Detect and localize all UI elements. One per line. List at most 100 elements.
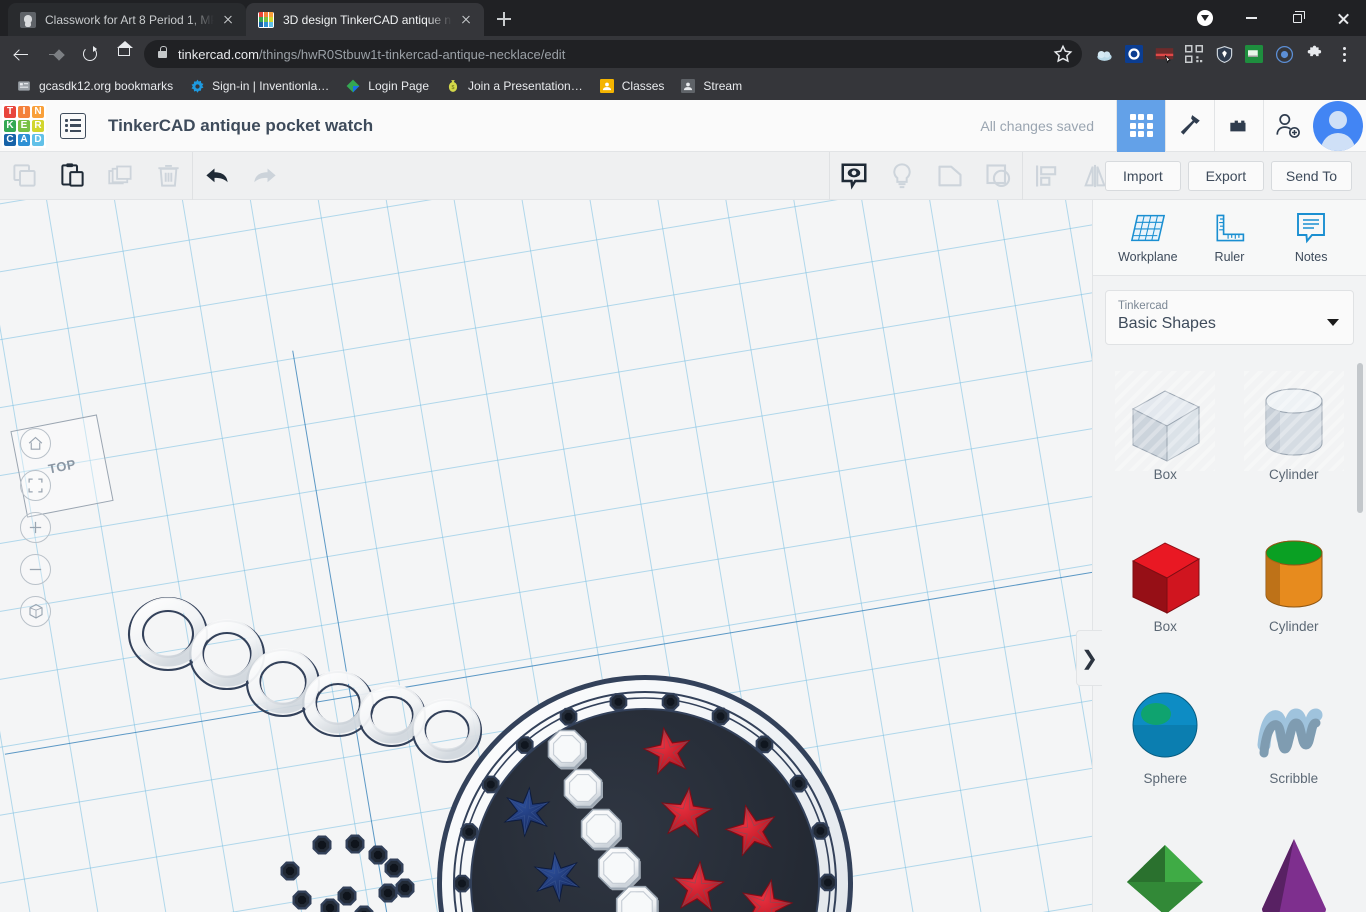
- shape-item-scribble[interactable]: Scribble: [1232, 665, 1357, 811]
- group-button[interactable]: [926, 152, 974, 200]
- bookmark-label: Login Page: [368, 79, 429, 93]
- undo-button[interactable]: [193, 152, 241, 200]
- weather-extension-icon[interactable]: [1090, 40, 1118, 68]
- classroom-icon: [680, 78, 696, 94]
- shape-item-cylinder[interactable]: Cylinder: [1232, 513, 1357, 659]
- duplicate-button[interactable]: [96, 152, 144, 200]
- classroom-icon: [599, 78, 615, 94]
- list-menu-icon[interactable]: [60, 113, 86, 139]
- diamond-icon: [345, 78, 361, 94]
- export-button[interactable]: Export: [1188, 161, 1264, 191]
- qr-code-extension-icon[interactable]: [1180, 40, 1208, 68]
- bag-icon: $: [445, 78, 461, 94]
- close-icon[interactable]: [458, 12, 474, 28]
- ungroup-button[interactable]: [974, 152, 1022, 200]
- bookmark-star-icon[interactable]: [1052, 43, 1074, 65]
- back-button[interactable]: [8, 40, 36, 68]
- lego-brick-icon: [1226, 113, 1252, 139]
- tab-title: Classwork for Art 8 Period 1, MP: [45, 13, 214, 27]
- box-hole-thumbnail: [1115, 371, 1215, 471]
- close-icon: [1337, 12, 1350, 25]
- ruler-tool[interactable]: Ruler: [1192, 211, 1266, 264]
- light-button[interactable]: [878, 152, 926, 200]
- forward-button[interactable]: [42, 40, 70, 68]
- delete-button[interactable]: [144, 152, 192, 200]
- screencast-extension-icon[interactable]: [1150, 40, 1178, 68]
- notes-tool[interactable]: Notes: [1274, 211, 1348, 264]
- shape-item-box-hole[interactable]: Box: [1103, 361, 1228, 507]
- redo-button[interactable]: [241, 152, 289, 200]
- bookmark-stream[interactable]: Stream: [672, 75, 750, 97]
- loose-studs-cluster[interactable]: [260, 836, 423, 912]
- screencastify-extension-icon[interactable]: [1240, 40, 1268, 68]
- okta-extension-icon[interactable]: [1120, 40, 1148, 68]
- design-viewport[interactable]: TOP: [0, 200, 1092, 912]
- zoom-in-button[interactable]: [20, 512, 51, 543]
- save-status: All changes saved: [980, 118, 1094, 134]
- shape-library-label: Tinkercad: [1118, 300, 1341, 312]
- browser-chrome: Classwork for Art 8 Period 1, MP 3D desi…: [0, 0, 1366, 100]
- browser-tab-classwork[interactable]: Classwork for Art 8 Period 1, MP: [8, 3, 246, 36]
- download-button[interactable]: [1182, 0, 1228, 36]
- minimize-button[interactable]: [1228, 0, 1274, 36]
- shape-label: Box: [1154, 467, 1177, 482]
- grid-apps-button[interactable]: [1116, 100, 1165, 152]
- close-icon[interactable]: [220, 12, 236, 28]
- logo-tile-c: C: [4, 134, 16, 146]
- shape-item-sphere[interactable]: Sphere: [1103, 665, 1228, 811]
- copy-button[interactable]: [0, 152, 48, 200]
- panel-scrollbar[interactable]: [1357, 363, 1363, 513]
- perspective-toggle-button[interactable]: [20, 596, 51, 627]
- close-window-button[interactable]: [1320, 0, 1366, 36]
- home-view-button[interactable]: [20, 428, 51, 459]
- tinkercad-logo[interactable]: T I N K E R C A D: [2, 104, 46, 148]
- shape-item-cylinder-hole[interactable]: Cylinder: [1232, 361, 1357, 507]
- navigation-bar: tinkercad.com/things/hwR0Stbuw1t-tinkerc…: [0, 36, 1366, 72]
- trash-icon: [155, 162, 182, 189]
- grid-9-icon: [1130, 114, 1153, 137]
- blocks-button[interactable]: [1214, 100, 1263, 152]
- bookmark-login-page[interactable]: Login Page: [337, 75, 437, 97]
- lightbulb-icon: [888, 162, 916, 190]
- shape-library-select[interactable]: Tinkercad Basic Shapes: [1105, 290, 1354, 345]
- home-icon: [27, 435, 44, 452]
- shape-item-cone[interactable]: [1232, 817, 1357, 912]
- bookmark-join-presentation[interactable]: $ Join a Presentation…: [437, 75, 591, 97]
- puzzle-extension-icon[interactable]: [1300, 40, 1328, 68]
- panel-collapse-toggle[interactable]: ❯: [1076, 630, 1102, 686]
- shape-item-roof[interactable]: [1103, 817, 1228, 912]
- home-button[interactable]: [110, 40, 138, 68]
- shape-item-box[interactable]: Box: [1103, 513, 1228, 659]
- show-hide-button[interactable]: [830, 152, 878, 200]
- new-tab-button[interactable]: [490, 5, 518, 33]
- align-button[interactable]: [1023, 152, 1071, 200]
- codeblocks-button[interactable]: [1165, 100, 1214, 152]
- watch-chain: [129, 598, 481, 762]
- import-button[interactable]: Import: [1105, 161, 1181, 191]
- download-icon: [1197, 10, 1213, 26]
- group-icon: [936, 162, 964, 190]
- send-to-button[interactable]: Send To: [1271, 161, 1352, 191]
- browser-tab-tinkercad[interactable]: 3D design TinkerCAD antique ne: [246, 3, 484, 36]
- fit-view-button[interactable]: [20, 470, 51, 501]
- bookmark-classes[interactable]: Classes: [591, 75, 673, 97]
- bookmark-gcasdk12[interactable]: gcasdk12.org bookmarks: [8, 75, 181, 97]
- hammer-icon: [1177, 113, 1203, 139]
- workplane-tool[interactable]: Workplane: [1111, 211, 1185, 264]
- record-extension-icon[interactable]: [1270, 40, 1298, 68]
- shape-grid[interactable]: Box Cylinder Box Cylinder Sphere Scribbl…: [1093, 355, 1366, 912]
- paste-button[interactable]: [48, 152, 96, 200]
- avatar[interactable]: [1313, 101, 1363, 151]
- tool-label: Ruler: [1215, 250, 1245, 264]
- antique-pocket-watch-model[interactable]: [0, 200, 1092, 912]
- reload-button[interactable]: [76, 40, 104, 68]
- invite-button[interactable]: [1263, 100, 1312, 152]
- zoom-out-button[interactable]: [20, 554, 51, 585]
- shield-extension-icon[interactable]: [1210, 40, 1238, 68]
- address-bar[interactable]: tinkercad.com/things/hwR0Stbuw1t-tinkerc…: [144, 40, 1082, 68]
- cylinder-hole-thumbnail: [1244, 371, 1344, 471]
- bookmark-signin-inventionland[interactable]: Sign-in | Inventionla…: [181, 75, 337, 97]
- restore-button[interactable]: [1274, 0, 1320, 36]
- bookmark-label: Sign-in | Inventionla…: [212, 79, 329, 93]
- browser-menu-button[interactable]: [1330, 40, 1358, 68]
